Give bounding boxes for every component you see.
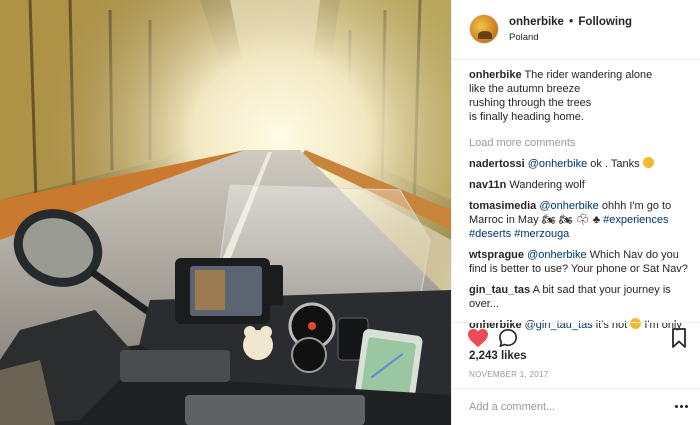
comment-mention[interactable]: @onherbike xyxy=(528,158,587,170)
heart-icon[interactable] xyxy=(467,328,489,348)
comment-username[interactable]: wtsprague xyxy=(469,249,524,261)
comment-mention[interactable]: @onherbike xyxy=(539,200,598,212)
header-user-line: onherbike • Following xyxy=(509,16,632,28)
bookmark-icon[interactable] xyxy=(671,328,687,348)
header-separator: • xyxy=(569,16,574,28)
comment-item: tomasimedia @onherbike ohhh I'm go to Ma… xyxy=(469,199,689,241)
add-comment-bar xyxy=(452,388,700,425)
comments-list: onherbike The rider wandering alone like… xyxy=(469,68,689,332)
comment-text: ok . Tanks xyxy=(587,158,640,170)
load-more-comments-link[interactable]: Load more comments xyxy=(469,136,689,150)
comment-mention[interactable]: @onherbike xyxy=(527,249,586,261)
post-date[interactable]: NOVEMBER 1, 2017 xyxy=(469,370,549,379)
instagram-post: onherbike • Following Poland onherbike T… xyxy=(0,0,700,425)
post-actions-bar xyxy=(452,322,700,350)
comment-item: wtsprague @onherbike Which Nav do you fi… xyxy=(469,248,689,276)
add-comment-input[interactable] xyxy=(469,398,669,416)
comment-text: Wandering wolf xyxy=(509,179,585,191)
follow-button[interactable]: Following xyxy=(578,16,632,28)
caption-line: is finally heading home. xyxy=(469,111,584,123)
caption-username[interactable]: onherbike xyxy=(469,69,522,81)
post-photo[interactable] xyxy=(0,0,451,425)
post-caption: onherbike The rider wandering alone like… xyxy=(469,68,689,124)
motorcycle-emoji-icon: 🏍 🏍 ☘ ♣ xyxy=(541,214,601,226)
hashtag-link[interactable]: #deserts xyxy=(469,228,511,240)
header-username[interactable]: onherbike xyxy=(509,16,564,28)
user-avatar[interactable] xyxy=(469,14,499,44)
comment-item: nadertossi @onherbike ok . Tanks xyxy=(469,157,689,171)
likes-count[interactable]: 2,243 likes xyxy=(469,350,527,362)
comment-item: nav11n Wandering wolf xyxy=(469,178,689,192)
comment-username[interactable]: gin_tau_tas xyxy=(469,284,530,296)
comment-username[interactable]: tomasimedia xyxy=(469,200,536,212)
post-side-panel: onherbike • Following Poland onherbike T… xyxy=(451,0,700,425)
post-location[interactable]: Poland xyxy=(509,32,539,43)
caption-line: like the autumn breeze xyxy=(469,83,581,95)
hashtag-link[interactable]: #experiences xyxy=(603,214,668,226)
comment-username[interactable]: nadertossi xyxy=(469,158,525,170)
hashtag-link[interactable]: #merzouga xyxy=(514,228,569,240)
speech-bubble-icon[interactable] xyxy=(498,328,518,348)
caption-line: rushing through the trees xyxy=(469,97,592,109)
more-options-icon[interactable] xyxy=(674,401,690,413)
post-header: onherbike • Following Poland xyxy=(452,0,700,60)
motorcycle-road-image xyxy=(0,0,451,425)
caption-line: The rider wandering alone xyxy=(524,69,653,81)
comment-username[interactable]: nav11n xyxy=(469,179,506,191)
grinning-face-emoji-icon xyxy=(642,157,654,168)
comment-item: gin_tau_tas A bit sad that your journey … xyxy=(469,283,689,311)
